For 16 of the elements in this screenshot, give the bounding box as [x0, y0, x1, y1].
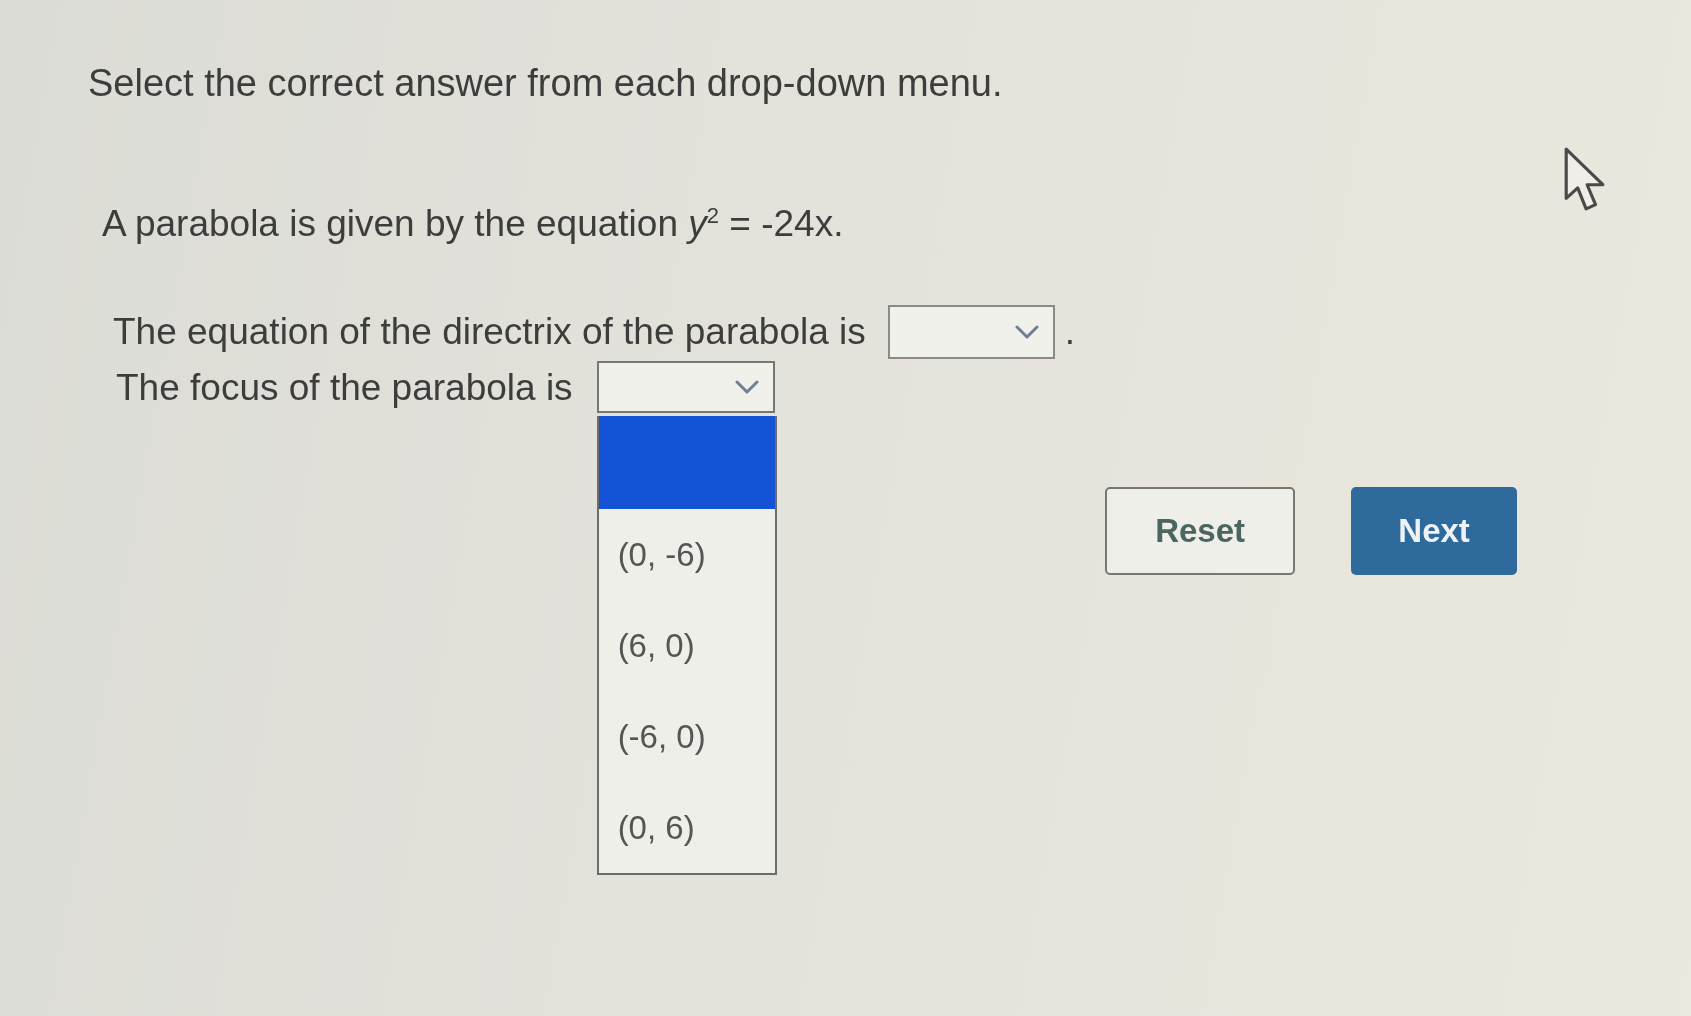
question-text: A parabola is given by the equation y$^{2}$ = -24x.	[102, 202, 844, 246]
dropdown-field[interactable]	[887, 305, 1055, 359]
dropdown-option[interactable]: (-6, 0)	[598, 691, 775, 782]
next-button[interactable]: Next	[1351, 487, 1518, 575]
dropdown-option[interactable]: (6, 0)	[598, 600, 775, 691]
punctuation-text: .	[1064, 310, 1076, 354]
chevron-down-icon	[1014, 325, 1039, 339]
instruction-text: Select the correct answer from each drop-down menu.	[88, 61, 1003, 105]
pointer-cursor-icon	[1563, 146, 1605, 213]
question-text: The focus of the parabola is	[116, 366, 573, 410]
chevron-down-icon	[734, 380, 759, 394]
question-text: The equation of the directrix of the parabola is	[113, 310, 866, 354]
dropdown-option[interactable]: (0, -6)	[598, 509, 775, 600]
dropdown-option[interactable]: (0, 6)	[598, 782, 775, 873]
reset-button[interactable]: Reset	[1105, 487, 1296, 575]
dropdown-field[interactable]	[596, 361, 775, 413]
